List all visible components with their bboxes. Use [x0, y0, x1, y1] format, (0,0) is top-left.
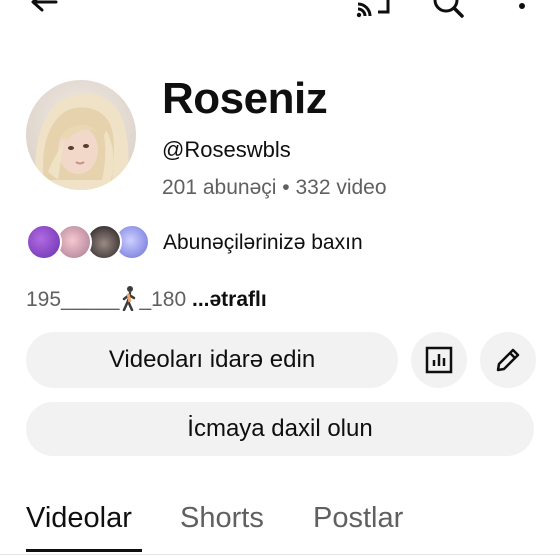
bar-chart-icon — [425, 346, 453, 374]
channel-stats[interactable]: 201 abunəçi • 332 video — [162, 174, 387, 202]
view-subscribers-link[interactable]: Abunəçilərinizə baxın — [163, 229, 363, 257]
channel-tabs: Videolar Shorts Postlar — [0, 496, 560, 560]
subscriber-avatar — [26, 224, 62, 260]
channel-handle: @Roseswbls — [162, 137, 291, 162]
more-link[interactable]: ...ətraflı — [192, 288, 267, 311]
search-icon[interactable] — [430, 0, 466, 20]
tab-videos[interactable]: Videolar — [26, 500, 132, 536]
tabs-divider — [0, 554, 560, 555]
arrow-left-icon[interactable] — [28, 0, 60, 20]
active-tab-indicator — [26, 549, 142, 552]
channel-description[interactable]: 195_____ _180 ...ətraflı — [26, 285, 267, 314]
join-community-button[interactable]: İcmaya daxil olun — [26, 402, 534, 456]
more-vertical-icon[interactable] — [512, 0, 532, 20]
cast-icon[interactable] — [354, 0, 392, 20]
bio-suffix: _180 — [139, 288, 187, 311]
manage-videos-button[interactable]: Videoları idarə edin — [26, 332, 398, 388]
analytics-button[interactable] — [411, 332, 467, 388]
bio-prefix: 195_____ — [26, 288, 120, 311]
avatar-image — [26, 80, 136, 190]
person-walking-icon — [123, 286, 136, 311]
subscriber-avatars[interactable] — [26, 224, 152, 262]
channel-name: Roseniz — [162, 74, 328, 123]
tab-posts[interactable]: Postlar — [313, 500, 403, 536]
top-bar — [0, 0, 560, 24]
tab-shorts[interactable]: Shorts — [180, 500, 264, 536]
avatar[interactable] — [26, 80, 136, 190]
pencil-icon — [496, 348, 520, 372]
edit-channel-button[interactable] — [480, 332, 536, 388]
